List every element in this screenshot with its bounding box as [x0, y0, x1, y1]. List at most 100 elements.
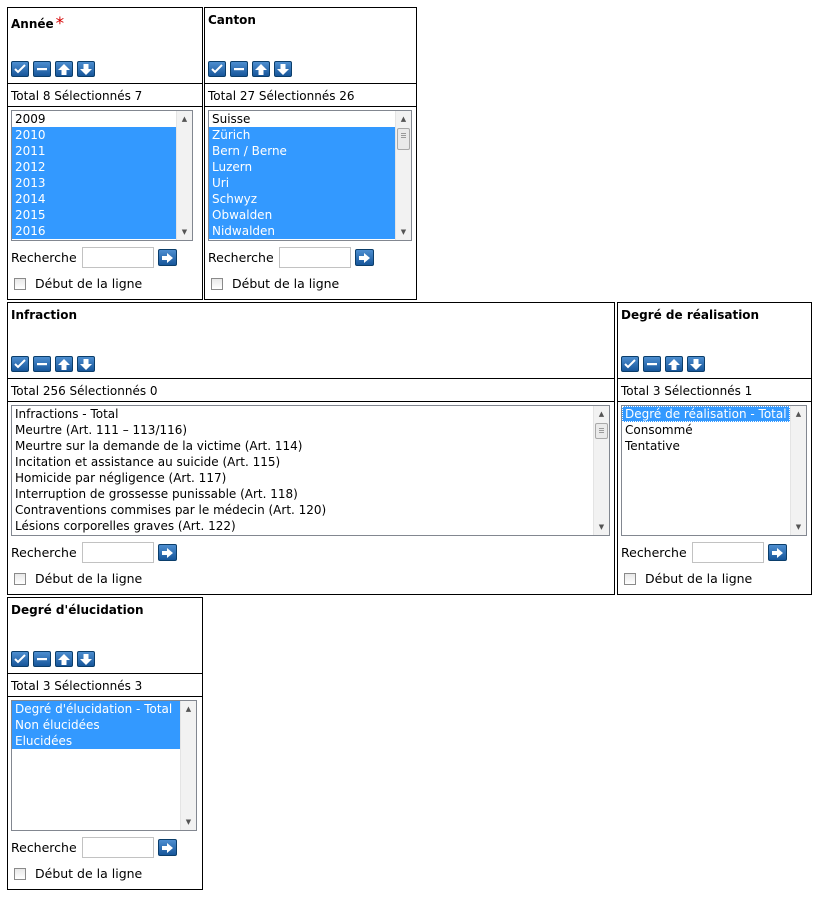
scrollbar[interactable]: ▲ ▼ — [790, 406, 806, 535]
search-go-button[interactable] — [157, 249, 177, 266]
list-option[interactable]: Lésions corporelles graves (Art. 122) — [12, 518, 593, 534]
list-option[interactable]: Schwyz — [209, 191, 395, 207]
list-option[interactable]: 2012 — [12, 159, 178, 175]
search-input[interactable] — [81, 542, 154, 563]
deselect-all-button[interactable] — [33, 356, 51, 372]
deselect-all-button[interactable] — [33, 651, 51, 667]
scroll-up-icon[interactable]: ▲ — [181, 701, 196, 717]
move-up-button[interactable] — [665, 356, 683, 372]
list-option[interactable]: Uri — [209, 175, 395, 191]
move-up-button[interactable] — [55, 61, 73, 77]
search-input[interactable] — [691, 542, 764, 563]
degre-realisation-listbox[interactable]: Degré de réalisation - Total Consommé Tent… — [621, 405, 807, 536]
canton-listbox[interactable]: Suisse Zürich Bern / Berne Luzern Uri Schwyz O… — [208, 110, 412, 241]
deselect-all-button[interactable] — [33, 61, 51, 77]
search-go-button[interactable] — [354, 249, 374, 266]
search-go-button[interactable] — [157, 839, 177, 856]
start-of-line-option[interactable]: Début de la ligne — [211, 276, 339, 291]
list-option[interactable]: Non élucidées — [12, 717, 180, 733]
list-option[interactable]: 2015 — [12, 207, 178, 223]
move-down-button[interactable] — [77, 61, 95, 77]
scroll-down-icon[interactable]: ▼ — [396, 224, 411, 240]
move-up-button[interactable] — [55, 356, 73, 372]
scroll-up-icon[interactable]: ▲ — [594, 406, 609, 422]
start-of-line-option[interactable]: Début de la ligne — [14, 571, 142, 586]
scrollbar[interactable]: ▲ ▼ — [395, 111, 411, 240]
list-option[interactable]: Contraventions commises par le médecin (… — [12, 502, 593, 518]
search-go-button[interactable] — [157, 544, 177, 561]
start-of-line-checkbox[interactable] — [14, 572, 26, 585]
list-option[interactable]: Homicide par négligence (Art. 117) — [12, 470, 593, 486]
list-option[interactable]: Interruption de grossesse punissable (Ar… — [12, 486, 593, 502]
scroll-down-icon[interactable]: ▼ — [177, 224, 192, 240]
move-down-button[interactable] — [77, 356, 95, 372]
search-input[interactable] — [81, 837, 154, 858]
start-of-line-checkbox[interactable] — [14, 867, 26, 880]
deselect-all-button[interactable] — [230, 61, 248, 77]
scroll-up-icon[interactable]: ▲ — [177, 111, 192, 127]
scroll-up-icon[interactable]: ▲ — [396, 111, 411, 127]
select-all-icon — [14, 64, 26, 74]
list-option[interactable]: 2016 — [12, 223, 178, 239]
list-option[interactable]: Tentative — [622, 438, 790, 454]
move-down-button[interactable] — [274, 61, 292, 77]
list-option[interactable]: Incitation et assistance au suicide (Art… — [12, 454, 593, 470]
start-of-line-checkbox[interactable] — [14, 277, 26, 290]
list-option[interactable]: Degré de réalisation - Total — [622, 406, 790, 422]
list-option[interactable]: Consommé — [622, 422, 790, 438]
search-row: Recherche — [11, 247, 177, 268]
start-of-line-checkbox[interactable] — [211, 277, 223, 290]
list-option[interactable]: 2010 — [12, 127, 178, 143]
degre-elucidation-listbox[interactable]: Degré d'élucidation - Total Non élucidées… — [11, 700, 197, 831]
search-label: Recherche — [208, 250, 274, 265]
search-input[interactable] — [278, 247, 351, 268]
search-input[interactable] — [81, 247, 154, 268]
list-option[interactable]: Zürich — [209, 127, 395, 143]
select-all-button[interactable] — [11, 651, 29, 667]
list-option[interactable]: Nidwalden — [209, 223, 395, 239]
infraction-listbox[interactable]: Infractions - Total Meurtre (Art. 111 – 1… — [11, 405, 610, 536]
scroll-down-icon[interactable]: ▼ — [594, 519, 609, 535]
list-option[interactable]: Degré d'élucidation - Total — [12, 701, 180, 717]
list-option[interactable]: Meurtre (Art. 111 – 113/116) — [12, 422, 593, 438]
scroll-thumb[interactable] — [397, 128, 410, 150]
list-option[interactable]: Suisse — [209, 111, 395, 127]
list-option[interactable]: 2013 — [12, 175, 178, 191]
move-down-button[interactable] — [687, 356, 705, 372]
select-all-button[interactable] — [11, 61, 29, 77]
required-marker: * — [55, 14, 65, 34]
select-all-icon — [14, 359, 26, 369]
move-down-button[interactable] — [77, 651, 95, 667]
list-option[interactable]: 2011 — [12, 143, 178, 159]
select-all-button[interactable] — [621, 356, 639, 372]
start-of-line-checkbox[interactable] — [624, 572, 636, 585]
list-toolbar — [11, 651, 95, 667]
start-of-line-option[interactable]: Début de la ligne — [14, 276, 142, 291]
scrollbar[interactable]: ▲ ▼ — [180, 701, 196, 830]
deselect-all-button[interactable] — [643, 356, 661, 372]
list-option[interactable]: 2009 — [12, 111, 178, 127]
move-up-button[interactable] — [252, 61, 270, 77]
list-option[interactable]: Infractions - Total — [12, 406, 593, 422]
scroll-thumb[interactable] — [595, 423, 608, 439]
start-of-line-option[interactable]: Début de la ligne — [14, 866, 142, 881]
select-all-button[interactable] — [208, 61, 226, 77]
scrollbar[interactable]: ▲ ▼ — [593, 406, 609, 535]
scrollbar[interactable]: ▲ ▼ — [176, 111, 192, 240]
list-option[interactable]: 2014 — [12, 191, 178, 207]
search-go-button[interactable] — [767, 544, 787, 561]
start-of-line-option[interactable]: Début de la ligne — [624, 571, 752, 586]
total-selected-count: Total 3 Sélectionnés 3 — [11, 679, 143, 693]
select-all-button[interactable] — [11, 356, 29, 372]
list-option[interactable]: Obwalden — [209, 207, 395, 223]
scroll-down-icon[interactable]: ▼ — [791, 519, 806, 535]
scroll-up-icon[interactable]: ▲ — [791, 406, 806, 422]
list-option[interactable]: Meurtre sur la demande de la victime (Ar… — [12, 438, 593, 454]
scroll-down-icon[interactable]: ▼ — [181, 814, 196, 830]
list-option[interactable]: Elucidées — [12, 733, 180, 749]
move-up-button[interactable] — [55, 651, 73, 667]
list-option[interactable]: Luzern — [209, 159, 395, 175]
panel-degre-elucidation: Degré d'élucidation Total 3 Sélectionnés… — [7, 597, 203, 890]
annee-listbox[interactable]: 2009 2010 2011 2012 2013 2014 2015 2016 ▲ ▼ — [11, 110, 193, 241]
list-option[interactable]: Bern / Berne — [209, 143, 395, 159]
